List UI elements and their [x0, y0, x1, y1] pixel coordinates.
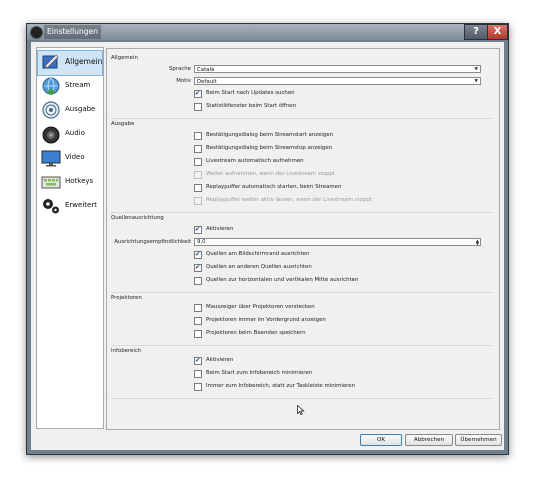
monitor-icon	[41, 150, 61, 167]
language-select[interactable]: Català ▼	[194, 65, 481, 73]
theme-label: Motiv	[176, 78, 191, 84]
checkbox-label: Beim Start zum Infobereich minimieren	[206, 370, 313, 376]
checkbox-label: Bestätigungsdialog beim Streamstart anze…	[206, 132, 333, 138]
checkbox-label: Livestream automatisch aufnehmen	[206, 158, 304, 164]
checkbox-label: Projektoren immer im Vordergrund anzeige…	[206, 317, 326, 323]
checkbox-label: Beim Start nach Updates suchen	[206, 90, 295, 96]
checkbox-label: Immer zum Infobereich, statt zur Tasklei…	[206, 383, 356, 389]
window-title: Einstellungen	[44, 25, 101, 39]
dialog-client-area: Allgemein Stream Ausgabe Audio Video Hot…	[31, 42, 504, 450]
sidebar-item-label: Stream	[65, 81, 91, 89]
checkbox-label: Quellen am Bildschirmrand ausrichten	[206, 251, 310, 257]
section-title-snapping: Quellenausrichtung	[111, 215, 164, 221]
general-settings-icon	[42, 54, 59, 69]
sidebar-item-label: Audio	[65, 129, 85, 137]
checkbox-label: Quellen zur horizontalen und vertikalen …	[206, 277, 359, 283]
sidebar-item-allgemein[interactable]: Allgemein	[37, 50, 103, 76]
output-icon	[42, 101, 60, 119]
sensitivity-label: Ausrichtungsempfindlichkeit	[114, 239, 191, 245]
checkbox-label: Statistikfenster beim Start öffnen	[206, 103, 297, 109]
sensitivity-value: 9,0	[197, 239, 206, 245]
checkbox-label: Quellen an anderen Quellen ausrichten	[206, 264, 312, 270]
language-value: Català	[197, 67, 215, 73]
checkbox-label: Weiter aufnehmen, wenn der Livestream st…	[206, 171, 336, 177]
section-title-output: Ausgabe	[111, 121, 135, 127]
settings-sidebar: Allgemein Stream Ausgabe Audio Video Hot…	[36, 47, 104, 429]
theme-select[interactable]: Default ▼	[194, 77, 481, 85]
chevron-down-icon: ▼	[474, 67, 478, 72]
sidebar-item-audio[interactable]: Audio	[38, 123, 102, 147]
checkmark-icon: ✔	[195, 89, 201, 97]
globe-icon	[42, 77, 60, 95]
apply-button[interactable]: Übernehmen	[455, 434, 502, 446]
checkbox-label: Mauszeiger über Projektoren verstecken	[206, 304, 315, 310]
checkbox-label: Projektoren beim Beenden speichern	[206, 330, 306, 336]
checkbox-label: Aktivieren	[206, 357, 234, 363]
checkbox-label: Aktivieren	[206, 226, 234, 232]
sidebar-item-stream[interactable]: Stream	[38, 75, 102, 99]
sidebar-item-label: Erweitert	[65, 201, 97, 209]
language-label: Sprache	[168, 66, 191, 72]
mouse-cursor-icon	[297, 405, 305, 415]
keyboard-icon	[41, 176, 61, 189]
sidebar-item-label: Hotkeys	[65, 177, 94, 185]
gears-icon	[43, 199, 59, 214]
section-divider	[111, 345, 493, 346]
theme-value: Default	[197, 79, 217, 85]
section-divider	[111, 398, 493, 399]
section-divider	[111, 212, 493, 213]
spin-arrows-icon[interactable]: ▲ ▼	[476, 239, 479, 246]
checkbox-label: Replaypuffer automatisch starten, beim S…	[206, 184, 342, 190]
checkbox-label: Bestätigungsdialog beim Streamstop anzei…	[206, 145, 333, 151]
sidebar-item-label: Ausgabe	[65, 105, 96, 113]
checkmark-icon: ✔	[195, 250, 201, 258]
sidebar-item-video[interactable]: Video	[38, 147, 102, 171]
close-button[interactable]: X	[487, 24, 508, 40]
chevron-down-icon: ▼	[474, 79, 478, 84]
sidebar-item-label: Video	[65, 153, 85, 161]
obs-app-icon	[30, 26, 43, 39]
cancel-button[interactable]: Abbrechen	[405, 434, 453, 446]
sidebar-item-hotkeys[interactable]: Hotkeys	[38, 171, 102, 195]
checkbox-label: Replaypuffer weiter aktiv lassen, wenn d…	[206, 197, 372, 203]
settings-window: Einstellungen ? X Allgemein Stream Ausga…	[26, 23, 509, 455]
sidebar-item-label: Allgemein	[65, 57, 103, 66]
section-title-projectors: Projektoren	[111, 295, 142, 301]
sensitivity-spinbox[interactable]: 9,0 ▲ ▼	[194, 238, 481, 246]
title-bar[interactable]: Einstellungen ? X	[27, 24, 508, 40]
settings-panel[interactable]: Allgemein Sprache Català ▼ Motiv Default…	[106, 48, 500, 430]
help-button[interactable]: ?	[464, 24, 488, 40]
sidebar-item-ausgabe[interactable]: Ausgabe	[38, 99, 102, 123]
checkmark-icon: ✔	[195, 225, 201, 233]
checkmark-icon: ✔	[195, 263, 201, 271]
checkmark-icon: ✔	[195, 356, 201, 364]
speaker-icon	[42, 126, 60, 144]
sidebar-item-erweitert[interactable]: Erweitert	[38, 195, 102, 219]
section-divider	[111, 292, 493, 293]
section-title-tray: Infobereich	[111, 348, 142, 354]
section-divider	[111, 118, 493, 119]
ok-button[interactable]: OK	[360, 434, 402, 446]
section-title-general: Allgemein	[111, 55, 138, 61]
